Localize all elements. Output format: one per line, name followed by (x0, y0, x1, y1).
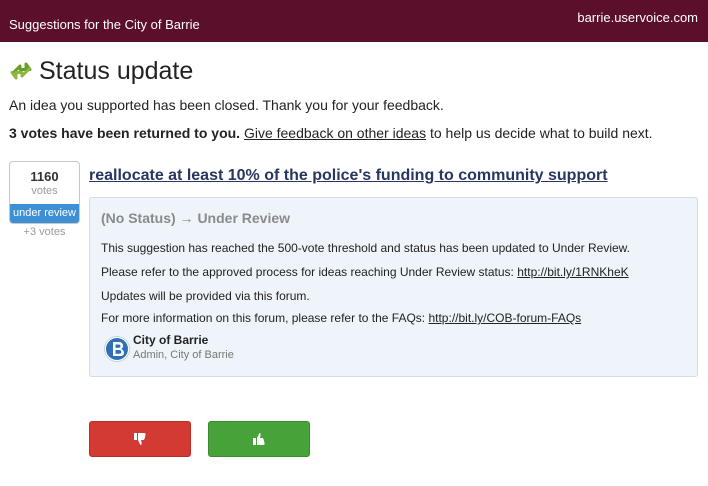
update-paragraph-4-text: For more information on this forum, plea… (101, 311, 429, 325)
update-paragraph-2: Please refer to the approved process for… (101, 265, 629, 279)
status-change: (No Status) → Under Review (101, 210, 291, 226)
thumbs-up-button[interactable] (208, 421, 310, 457)
vote-box: 1160 votes under review (9, 161, 80, 224)
votes-returned-text: 3 votes have been returned to you. (9, 125, 241, 141)
thumbs-down-button[interactable] (89, 421, 191, 457)
update-paragraph-3: Updates will be provided via this forum. (101, 289, 310, 303)
idea-title-link[interactable]: reallocate at least 10% of the police's … (89, 167, 608, 185)
votes-returned-message: 3 votes have been returned to you. Give … (9, 125, 653, 141)
status-arrows-icon (10, 62, 32, 80)
status-heading-row: Status update (10, 55, 193, 87)
status-update-panel: (No Status) → Under Review This suggesti… (89, 197, 698, 377)
vote-count: 1160 (30, 169, 59, 184)
author-name[interactable]: City of Barrie (133, 333, 208, 347)
site-title[interactable]: Suggestions for the City of Barrie (9, 17, 200, 32)
thumbs-down-icon (134, 433, 146, 445)
update-paragraph-2-text: Please refer to the approved process for… (101, 265, 518, 279)
update-paragraph-1: This suggestion has reached the 500-vote… (101, 241, 631, 255)
feedback-link[interactable]: Give feedback on other ideas (244, 125, 426, 141)
page-title: Status update (39, 56, 194, 85)
status-badge: under review (10, 204, 79, 223)
city-logo-icon (104, 336, 130, 362)
site-domain[interactable]: barrie.uservoice.com (577, 10, 698, 25)
process-link[interactable]: http://bit.ly/1RNKheK (517, 265, 628, 279)
closed-message: An idea you supported has been closed. T… (9, 97, 444, 113)
author-role: Admin, City of Barrie (133, 349, 234, 361)
update-paragraph-4: For more information on this forum, plea… (101, 311, 581, 325)
vote-label: votes (31, 185, 58, 197)
feedback-suffix: to help us decide what to build next. (426, 125, 653, 141)
plus-votes: +3 votes (23, 226, 66, 238)
faq-link[interactable]: http://bit.ly/COB-forum-FAQs (428, 311, 581, 325)
thumbs-up-icon (253, 433, 265, 445)
site-header: Suggestions for the City of Barrie barri… (0, 0, 708, 42)
